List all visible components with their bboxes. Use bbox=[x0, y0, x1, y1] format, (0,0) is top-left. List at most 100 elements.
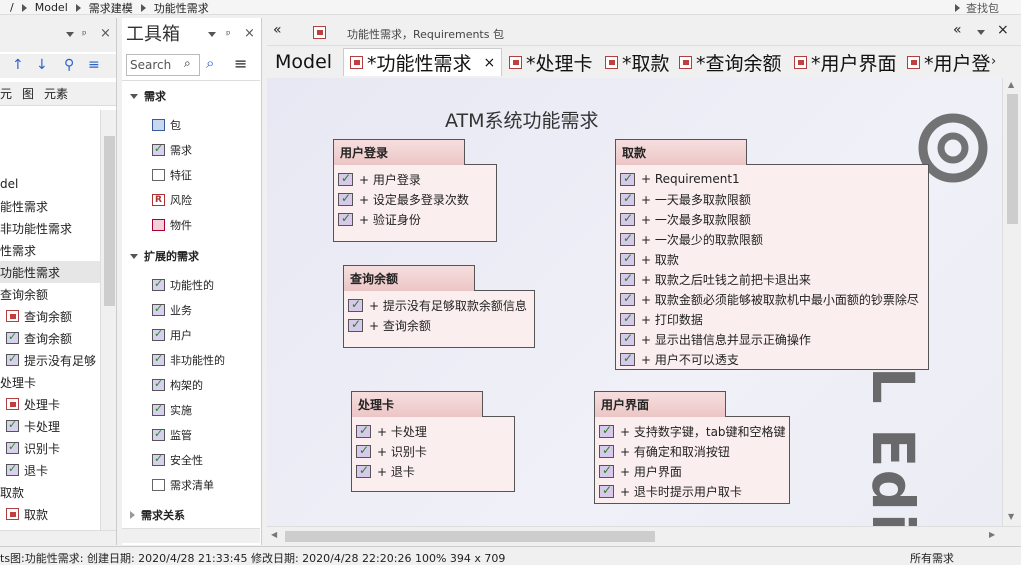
box-row[interactable]: + 卡处理 bbox=[356, 421, 427, 441]
scrollbar-thumb[interactable] bbox=[104, 136, 115, 306]
tree-item[interactable]: 取款 bbox=[0, 481, 24, 503]
tool-implementation[interactable]: 实施 bbox=[152, 402, 192, 418]
dropdown-icon[interactable] bbox=[208, 32, 216, 37]
dropdown-icon[interactable] bbox=[977, 30, 985, 35]
double-chevron-left-icon[interactable]: « bbox=[273, 22, 282, 38]
scroll-up-icon[interactable]: ▲ bbox=[1008, 80, 1014, 89]
tree-item-selected[interactable]: 功能性需求 bbox=[0, 261, 100, 283]
box-row[interactable]: + 取款金额必须能够被取款机中最小面额的钞票除尽 bbox=[620, 289, 919, 309]
tab-diagram[interactable]: 图 bbox=[22, 85, 34, 102]
box-row[interactable]: + 取款 bbox=[620, 249, 679, 269]
tool-business[interactable]: 业务 bbox=[152, 302, 192, 318]
tab-element-short[interactable]: 元 bbox=[0, 85, 12, 102]
tab-user-login[interactable]: *用户登 bbox=[907, 48, 997, 76]
menu-icon[interactable]: ≡ bbox=[234, 54, 247, 73]
search-icon[interactable]: ⌕ bbox=[184, 56, 191, 71]
tab-card-processing[interactable]: *处理卡 bbox=[509, 48, 593, 76]
canvas-hscrollbar[interactable]: ◀ ▶ bbox=[267, 526, 1021, 545]
tree-item[interactable]: 查询余额 bbox=[6, 327, 72, 349]
toolbox-group-requirements[interactable]: 需求 bbox=[130, 88, 166, 104]
link-icon[interactable]: ⚲ bbox=[64, 57, 74, 73]
tab-user-interface[interactable]: *用户界面 bbox=[794, 48, 897, 76]
menu-icon[interactable]: ≡ bbox=[88, 57, 100, 73]
tool-regulatory[interactable]: 监管 bbox=[152, 427, 192, 443]
chevron-right-icon[interactable]: › bbox=[991, 54, 996, 69]
diagram-canvas[interactable]: ATM系统功能需求 TRIAL Editi 用户登录 + 用户登录 + 设定最多… bbox=[267, 78, 1002, 526]
tree-item[interactable]: 退卡 bbox=[6, 459, 48, 481]
requirement-box-withdraw[interactable]: 取款 + Requirement1 + 一天最多取款限额 + 一次最多取款限额 … bbox=[615, 139, 929, 370]
tab-balance[interactable]: *查询余额 bbox=[679, 48, 782, 76]
dropdown-icon[interactable] bbox=[66, 32, 74, 37]
tool-requirement[interactable]: 需求 bbox=[152, 142, 192, 158]
tree-item[interactable]: 识别卡 bbox=[6, 437, 60, 459]
tool-architectural[interactable]: 构架的 bbox=[152, 377, 203, 393]
box-row[interactable]: + 识别卡 bbox=[356, 441, 427, 461]
box-row[interactable]: + 提示没有足够取款余额信息 bbox=[348, 295, 527, 315]
box-row[interactable]: + 有确定和取消按钮 bbox=[599, 441, 730, 461]
box-row[interactable]: + 退卡 bbox=[356, 461, 415, 481]
box-row[interactable]: + Requirement1 bbox=[620, 169, 740, 189]
box-row[interactable]: + 一天最多取款限额 bbox=[620, 189, 751, 209]
breadcrumb-root[interactable]: / bbox=[10, 1, 14, 14]
arrow-down-icon[interactable]: ↓ bbox=[36, 57, 48, 73]
box-row[interactable]: + 一次最多取款限额 bbox=[620, 209, 751, 229]
toolbox-group-extended[interactable]: 扩展的需求 bbox=[130, 248, 199, 264]
tool-user[interactable]: 用户 bbox=[152, 327, 192, 343]
pin-icon[interactable]: ᵖ bbox=[82, 28, 87, 41]
status-filter[interactable]: 所有需求 bbox=[910, 550, 954, 565]
tree-item[interactable]: 处理卡 bbox=[0, 371, 36, 393]
tree-item[interactable]: 性需求 bbox=[0, 239, 36, 261]
tab-functional-requirements[interactable]: *功能性需求 × bbox=[343, 48, 503, 76]
pin-icon[interactable]: ᵖ bbox=[226, 28, 231, 41]
requirement-box-user-login[interactable]: 用户登录 + 用户登录 + 设定最多登录次数 + 验证身份 bbox=[333, 139, 497, 242]
tool-nonfunctional[interactable]: 非功能性的 bbox=[152, 352, 225, 368]
requirement-box-user-interface[interactable]: 用户界面 + 支持数字键，tab键和空格键 + 有确定和取消按钮 + 用户界面 … bbox=[594, 391, 790, 504]
find-icon[interactable]: ⌕ bbox=[206, 54, 214, 72]
tool-functional[interactable]: 功能性的 bbox=[152, 277, 214, 293]
tree-item[interactable]: 非功能性需求 bbox=[0, 217, 72, 239]
tool-checklist[interactable]: 需求清单 bbox=[152, 477, 214, 493]
box-row[interactable]: + 用户不可以透支 bbox=[620, 349, 739, 369]
scroll-down-icon[interactable]: ▼ bbox=[1008, 512, 1014, 521]
close-icon[interactable]: × bbox=[997, 22, 1009, 38]
tool-risk[interactable]: R 风险 bbox=[152, 192, 192, 208]
tree-item[interactable]: del bbox=[0, 173, 18, 195]
box-row[interactable]: + 用户登录 bbox=[338, 169, 421, 189]
requirement-box-balance[interactable]: 查询余额 + 提示没有足够取款余额信息 + 查询余额 bbox=[343, 265, 535, 348]
box-row[interactable]: + 显示出错信息并显示正确操作 bbox=[620, 329, 811, 349]
tree-item[interactable]: 查询余额 bbox=[0, 283, 48, 305]
tool-feature[interactable]: 特征 bbox=[152, 167, 192, 183]
box-row[interactable]: + 取款之后吐钱之前把卡退出来 bbox=[620, 269, 811, 289]
tab-model[interactable]: Model bbox=[275, 48, 332, 76]
tab-element[interactable]: 元素 bbox=[44, 85, 68, 102]
box-row[interactable]: + 打印数据 bbox=[620, 309, 703, 329]
tree-item[interactable]: 查询余额 bbox=[6, 305, 72, 327]
double-chevron-left-icon[interactable]: « bbox=[953, 22, 962, 38]
canvas-vscrollbar[interactable]: ▲ ▼ bbox=[1002, 78, 1021, 526]
arrow-up-icon[interactable]: ↑ bbox=[12, 57, 24, 73]
browser-hscroll[interactable] bbox=[0, 530, 116, 545]
tree-item[interactable]: 处理卡 bbox=[6, 393, 60, 415]
box-row[interactable]: + 支持数字键，tab键和空格键 bbox=[599, 421, 786, 441]
close-icon[interactable]: × bbox=[484, 55, 496, 71]
find-package[interactable]: 查找包 bbox=[955, 0, 999, 15]
box-row[interactable]: + 设定最多登录次数 bbox=[338, 189, 469, 209]
tab-withdraw[interactable]: *取款 bbox=[605, 48, 670, 76]
tool-security[interactable]: 安全性 bbox=[152, 452, 203, 468]
close-icon[interactable]: × bbox=[100, 26, 111, 41]
tool-package[interactable]: 包 bbox=[152, 117, 181, 133]
scrollbar-thumb[interactable] bbox=[285, 531, 655, 542]
tree-item[interactable]: 卡处理 bbox=[6, 415, 60, 437]
tree-item[interactable]: 能性需求 bbox=[0, 195, 48, 217]
scroll-right-icon[interactable]: ▶ bbox=[989, 530, 995, 539]
breadcrumb-functional[interactable]: 功能性需求 bbox=[154, 0, 209, 16]
box-row[interactable]: + 验证身份 bbox=[338, 209, 421, 229]
tool-artifact[interactable]: 物件 bbox=[152, 217, 192, 233]
tree-item[interactable]: 提示没有足够 bbox=[6, 349, 96, 371]
breadcrumb-model[interactable]: Model bbox=[35, 1, 68, 14]
requirement-box-card[interactable]: 处理卡 + 卡处理 + 识别卡 + 退卡 bbox=[351, 391, 515, 492]
browser-scrollbar[interactable] bbox=[100, 110, 116, 530]
toolbox-group-relations[interactable]: 需求关系 bbox=[130, 507, 185, 523]
close-icon[interactable]: × bbox=[244, 26, 255, 41]
toolbox-scroll[interactable] bbox=[122, 528, 260, 543]
